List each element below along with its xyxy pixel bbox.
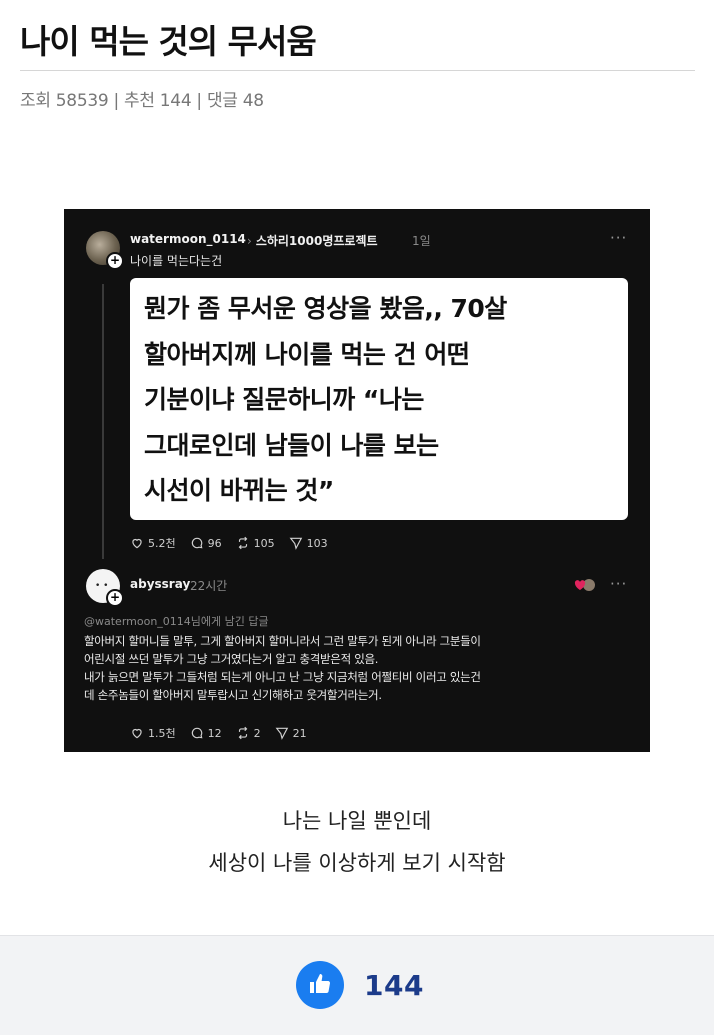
reply-line: 어린시절 쓰던 말투가 그냥 그거였다는거 알고 충격받은적 있음. xyxy=(84,652,379,666)
repost-count: 2 xyxy=(253,726,261,740)
thread-line xyxy=(102,284,104,559)
quote-line: 뭔가 좀 무서운 영상을 봤음,, 70살 xyxy=(144,294,507,323)
comment-icon xyxy=(191,537,203,549)
reply-line: 내가 늙으면 말투가 그들처럼 되는게 아니고 난 그냥 지금처럼 어쩔티비 이… xyxy=(84,670,481,684)
repost-count: 105 xyxy=(253,536,275,550)
quote-line: 기분이냐 질문하니까 “나는 xyxy=(144,385,424,414)
share-count: 21 xyxy=(292,726,307,740)
repost-icon xyxy=(238,726,247,740)
post-body: 나는 나일 뿐인데 세상이 나를 이상하게 보기 시작함 xyxy=(0,800,714,884)
recommend-count: 144 xyxy=(364,969,424,1002)
repost-stat: 105 xyxy=(236,535,275,551)
like-count: 1.5천 xyxy=(148,727,176,740)
comment-stat: 96 xyxy=(190,535,222,551)
reply-line: 할아버지 할머니들 말투, 그게 할아버지 할머니라서 그런 말투가 된게 아니… xyxy=(84,634,481,648)
comment-stat: 12 xyxy=(190,725,222,741)
embedded-screenshot: + watermoon_0114 › 스하리1000명프로젝트 1일 ··· 나이… xyxy=(64,209,650,752)
like-count: 5.2천 xyxy=(148,537,176,550)
share-stat: 103 xyxy=(289,535,328,551)
recommend-button[interactable] xyxy=(296,961,344,1009)
follow-plus-icon: + xyxy=(106,252,124,270)
post-time: 22시간 xyxy=(190,579,228,593)
like-stat: 1.5천 xyxy=(130,725,176,741)
repost-stat: 2 xyxy=(236,725,261,741)
post-caption: 나이를 먹는다는건 xyxy=(130,254,223,268)
reply-line: 데 손주놈들이 할아버지 말투랍시고 신기해하고 웃겨할거라는거. xyxy=(84,688,382,702)
quote-line: 시선이 바뀌는 것” xyxy=(144,476,334,505)
quote-line: 할아버지께 나이를 먹는 건 어떤 xyxy=(144,339,470,369)
send-icon xyxy=(275,727,288,740)
heart-icon xyxy=(132,538,142,549)
username: abyssray xyxy=(130,577,191,591)
post-line: 나는 나일 뿐인데 xyxy=(282,809,432,833)
recommend-bar: 144 xyxy=(0,935,714,1035)
post-title: 나이 먹는 것의 무서움 xyxy=(20,22,317,61)
comment-icon xyxy=(191,727,203,739)
post-line: 세상이 나를 이상하게 보기 시작함 xyxy=(208,851,506,875)
quote-text: 뭔가 좀 무서운 영상을 봤음,, 70살 할아버지께 나이를 먹는 건 어떤 … xyxy=(144,286,618,514)
comment-count: 12 xyxy=(207,726,222,740)
quote-card: 뭔가 좀 무서운 영상을 봤음,, 70살 할아버지께 나이를 먹는 건 어떤 … xyxy=(130,278,628,520)
title-divider xyxy=(20,70,695,71)
reply-to: @watermoon_0114님에게 남긴 답글 xyxy=(84,615,269,628)
topic-label: 스하리1000명프로젝트 xyxy=(255,234,378,248)
comment-count: 96 xyxy=(207,536,222,550)
send-icon xyxy=(289,537,302,550)
face-icon: • • xyxy=(95,581,109,591)
reply-body: 할아버지 할머니들 말투, 그게 할아버지 할머니라서 그런 말투가 된게 아니… xyxy=(84,632,644,704)
like-stat: 5.2천 xyxy=(130,535,176,551)
post-meta: 조회 58539 | 추천 144 | 댓글 48 xyxy=(20,91,264,111)
post-actions: 5.2천 96 105 103 xyxy=(130,535,328,551)
chevron-right-icon: › xyxy=(247,234,252,248)
post-actions: 1.5천 12 2 21 xyxy=(130,725,307,741)
liked-by-author-icon xyxy=(574,579,595,591)
thumbs-up-icon xyxy=(310,974,331,994)
post-time: 1일 xyxy=(412,234,431,248)
more-icon: ··· xyxy=(610,229,628,247)
follow-plus-icon: + xyxy=(106,589,124,607)
repost-icon xyxy=(238,536,247,550)
share-stat: 21 xyxy=(275,725,307,741)
heart-icon xyxy=(132,728,142,739)
share-count: 103 xyxy=(306,536,328,550)
more-icon: ··· xyxy=(610,575,628,593)
topic-tag: › 스하리1000명프로젝트 xyxy=(247,232,378,249)
username: watermoon_0114 xyxy=(130,232,246,246)
quote-line: 그대로인데 남들이 나를 보는 xyxy=(144,430,439,460)
